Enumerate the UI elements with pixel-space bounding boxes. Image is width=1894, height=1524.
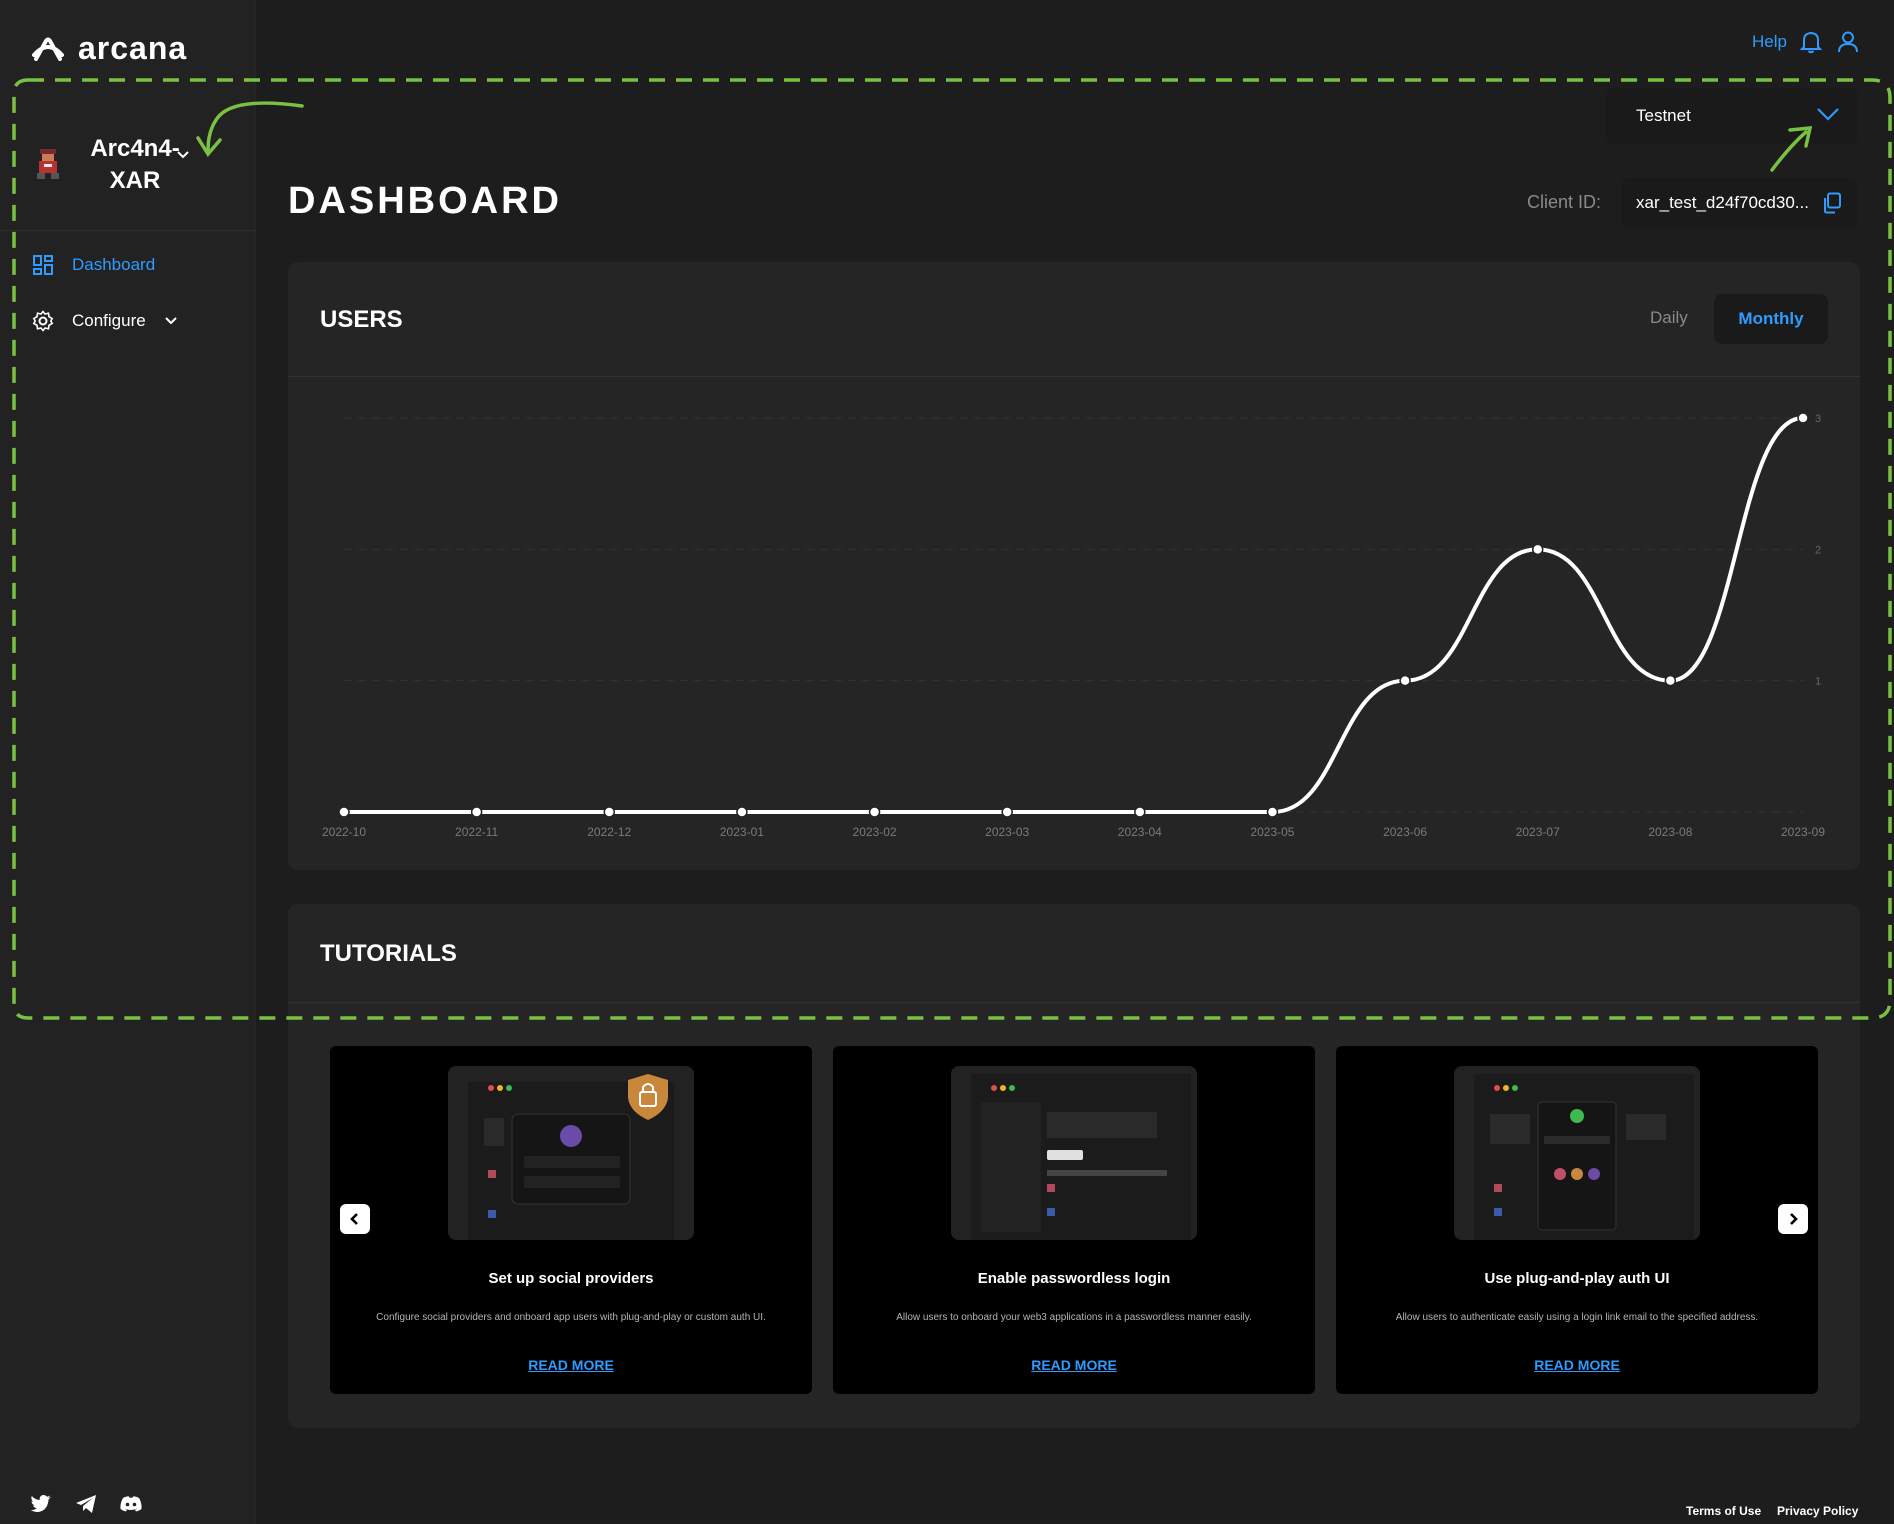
read-more-link[interactable]: READ MORE (833, 1357, 1315, 1373)
avatar (37, 149, 59, 179)
chart-x-tick-label: 2022-10 (322, 825, 366, 839)
brand-logo[interactable]: arcana (30, 30, 187, 67)
users-chart: 1 2 3 2022-10 2022-11 2022-12 2023-01 2023-02 20… (322, 412, 1825, 839)
divider (288, 1002, 1860, 1003)
tutorial-card: Set up social providers Configure social… (330, 1046, 812, 1394)
chart-x-tick-label: 2023-08 (1648, 825, 1692, 839)
chart-point (868, 806, 881, 818)
terms-of-use-link[interactable]: Terms of Use (1686, 1504, 1761, 1518)
network-selected-value: Testnet (1636, 106, 1691, 125)
chart-series-line (344, 416, 1804, 814)
chart-point (338, 806, 350, 818)
chart-x-tick-label: 2022-11 (455, 825, 498, 839)
tutorial-description: Allow users to onboard your web3 applica… (896, 1312, 1252, 1323)
chevron-down-icon[interactable] (176, 150, 190, 160)
tutorial-thumbnail (1454, 1066, 1700, 1240)
chart-point (1266, 806, 1279, 818)
toggle-daily[interactable]: Daily (1650, 308, 1688, 328)
app-name: Arc4n4-XAR (90, 135, 180, 194)
chart-point (1664, 674, 1677, 687)
chart-x-tick-label: 2023-09 (1781, 825, 1825, 839)
privacy-policy-link[interactable]: Privacy Policy (1777, 1504, 1858, 1518)
tutorial-description: Allow users to authenticate easily using… (1395, 1312, 1759, 1323)
carousel-next-button[interactable] (1778, 1204, 1808, 1234)
chart-point (1134, 806, 1146, 818)
client-id-value: xar_test_d24f70cd30... (1636, 193, 1809, 212)
gear-icon (32, 310, 54, 332)
arcana-logo-icon (32, 37, 64, 61)
read-more-link[interactable]: READ MORE (1336, 1357, 1818, 1373)
chart-x-tick-label: 2022-12 (587, 825, 631, 839)
chart-x-tick-label: 2023-06 (1383, 825, 1427, 839)
discord-icon[interactable] (119, 1494, 143, 1514)
bell-icon[interactable] (1800, 30, 1822, 54)
chart-point (470, 806, 483, 818)
chart-point (1531, 543, 1544, 556)
read-more-link[interactable]: READ MORE (330, 1357, 812, 1373)
chart-x-tick-label: 2023-02 (853, 825, 897, 839)
sidebar-item-label: Configure (72, 311, 146, 330)
telegram-icon[interactable] (75, 1494, 97, 1514)
sidebar-item-label: Dashboard (72, 255, 156, 274)
client-id-label: Client ID: (1527, 192, 1602, 212)
tutorial-description: Configure social providers and onboard a… (376, 1312, 766, 1323)
chart-y-tick-label: 2 (1815, 544, 1821, 556)
tutorials-card: TUTORIALS Set up social providers Config… (288, 904, 1860, 1428)
chart-y-tick-label: 3 (1815, 413, 1821, 425)
chevron-left-icon (350, 1213, 358, 1225)
users-title: USERS (320, 306, 403, 333)
chart-x-tick-label: 2023-05 (1250, 825, 1294, 839)
tutorial-card: Use plug-and-play auth UI Allow users to… (1336, 1046, 1818, 1394)
chart-point (1001, 806, 1013, 818)
user-icon[interactable] (1837, 30, 1859, 54)
tutorials-title: TUTORIALS (320, 940, 457, 967)
divider (0, 230, 256, 231)
tutorial-thumbnail (448, 1066, 694, 1240)
tutorial-title: Enable passwordless login (977, 1270, 1171, 1287)
tutorial-thumbnail (951, 1066, 1197, 1240)
chart-x-tick-label: 2023-07 (1516, 825, 1560, 839)
chart-y-tick-label: 1 (1815, 676, 1821, 688)
chart-point (736, 806, 748, 818)
chevron-down-icon (1817, 108, 1839, 121)
client-id-field[interactable]: xar_test_d24f70cd30... (1621, 178, 1858, 228)
chart-point (1797, 412, 1809, 424)
copy-icon[interactable] (1822, 192, 1842, 214)
chart-point (1399, 674, 1411, 687)
network-select[interactable]: Testnet (1605, 88, 1858, 144)
carousel-prev-button[interactable] (340, 1204, 370, 1234)
chart-x-tick-label: 2023-03 (985, 825, 1029, 839)
page-title: DASHBOARD (288, 180, 562, 222)
dashboard-icon (33, 255, 53, 275)
toggle-monthly[interactable]: Monthly (1714, 294, 1828, 344)
brand-name: arcana (78, 30, 188, 66)
chart-x-tick-label: 2023-04 (1118, 825, 1162, 839)
help-link[interactable]: Help (1752, 32, 1787, 52)
chevron-right-icon (1790, 1213, 1798, 1225)
twitter-icon[interactable] (30, 1494, 52, 1514)
tutorial-title: Set up social providers (488, 1270, 654, 1287)
sidebar-item-dashboard[interactable]: Dashboard (32, 254, 155, 276)
sidebar-item-configure[interactable]: Configure (32, 310, 178, 332)
app-selector[interactable]: Arc4n4-XAR (30, 125, 230, 205)
chart-x-tick-label: 2023-01 (720, 825, 764, 839)
tutorial-card: Enable passwordless login Allow users to… (833, 1046, 1315, 1394)
tutorial-title: Use plug-and-play auth UI (1484, 1270, 1670, 1287)
chart-point (603, 806, 616, 818)
users-card: USERS Daily Monthly 1 2 3 2022-10 2022-11 202… (288, 262, 1860, 870)
sidebar: arcana Arc4n4-XAR Dashboard Configure (0, 0, 256, 1524)
chevron-down-icon (165, 317, 177, 325)
